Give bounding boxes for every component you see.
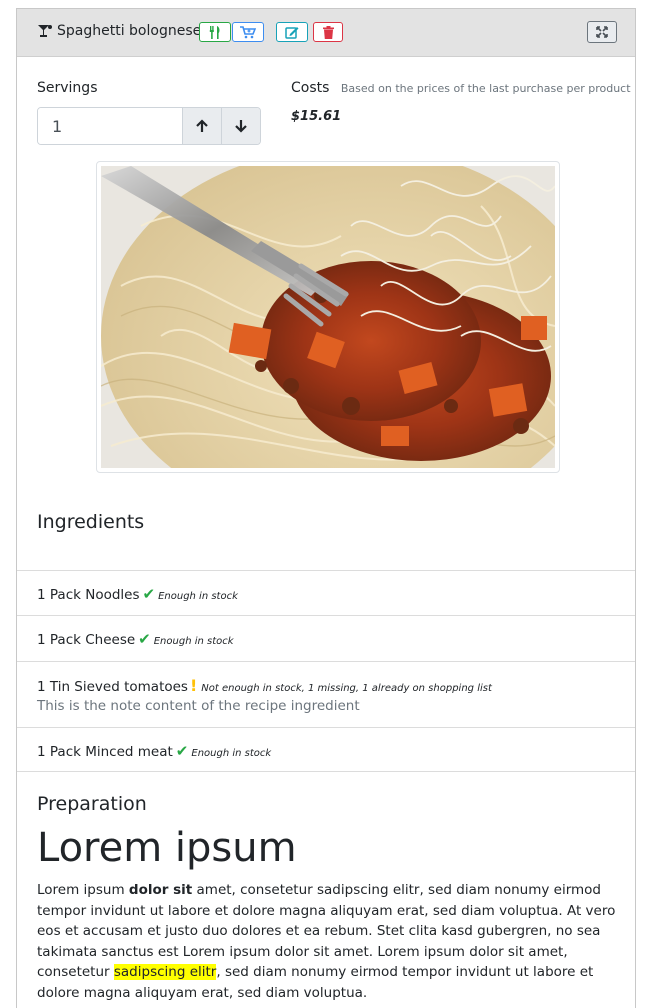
delete-recipe-button[interactable] [313,22,343,42]
arrow-up-icon [196,119,208,132]
preparation-highlight: sadipscing elitr [113,964,217,980]
ingredients-list: 1 Pack Noodles ✔ Enough in stock 1 Pack Ch… [17,570,635,772]
ingredient-text: 1 Tin Sieved tomatoes [37,679,188,695]
servings-label: Servings [37,80,98,96]
ingredient-note: This is the note content of the recipe i… [37,698,360,714]
ingredient-status: Enough in stock [153,636,234,647]
costs-label-row: Costs Based on the prices of the last pu… [291,80,631,96]
recipe-card: Spaghetti bolognese Servings 1 Costs Bas… [16,8,636,1008]
recipe-card-header: Spaghetti bolognese [17,9,635,57]
preparation-text: Lorem ipsum dolor sit amet, consetetur s… [37,880,621,1003]
ingredient-status: Enough in stock [158,591,238,602]
trash-icon [322,25,334,39]
ingredient-item: 1 Tin Sieved tomatoes! Not enough in stoc… [17,661,635,727]
costs-value: $15.61 [291,109,342,124]
check-icon: ✔ [138,630,151,648]
consume-recipe-button[interactable] [199,22,231,42]
ingredient-item: 1 Pack Noodles ✔ Enough in stock [17,570,635,615]
expand-icon [596,26,608,38]
cart-plus-icon [240,25,256,38]
ingredient-status: Not enough in stock, 1 missing, 1 alread… [201,683,492,694]
servings-increase-button[interactable] [182,108,221,144]
servings-decrease-button[interactable] [221,108,260,144]
ingredient-item: 1 Pack Cheese ✔ Enough in stock [17,615,635,661]
servings-input[interactable] [38,108,182,144]
cocktail-glass-icon [38,25,52,37]
expand-recipe-button[interactable] [587,21,617,43]
recipe-title-wrap: Spaghetti bolognese [37,23,201,39]
spaghetti-photo [101,166,555,468]
check-icon: ✔ [142,585,156,603]
add-to-shopping-list-button[interactable] [232,22,264,42]
utensils-icon [209,25,220,39]
ingredient-status: Enough in stock [191,748,272,759]
preparation-title: Lorem ipsum [37,825,297,871]
ingredients-heading: Ingredients [37,511,145,533]
exclamation-icon: ! [189,676,198,695]
recipe-picture [96,161,560,473]
costs-hint: Based on the prices of the last purchase… [340,82,631,95]
ingredient-text: 1 Pack Noodles [37,587,140,603]
servings-stepper [37,107,261,145]
ingredient-text: 1 Pack Cheese [37,632,136,648]
ingredient-item: 1 Pack Minced meat ✔ Enough in stock [17,727,635,772]
preparation-heading: Preparation [37,793,147,815]
costs-label: Costs [291,80,330,96]
arrow-down-icon [235,120,247,133]
recipe-title: Spaghetti bolognese [57,23,202,39]
preparation-bold-text: dolor sit [128,882,193,898]
edit-recipe-button[interactable] [276,22,308,42]
ingredient-text: 1 Pack Minced meat [37,744,173,760]
check-icon: ✔ [175,742,189,760]
preparation-text-part: Lorem ipsum [37,882,129,898]
recipe-picture-content [101,166,555,468]
edit-icon [285,26,299,39]
